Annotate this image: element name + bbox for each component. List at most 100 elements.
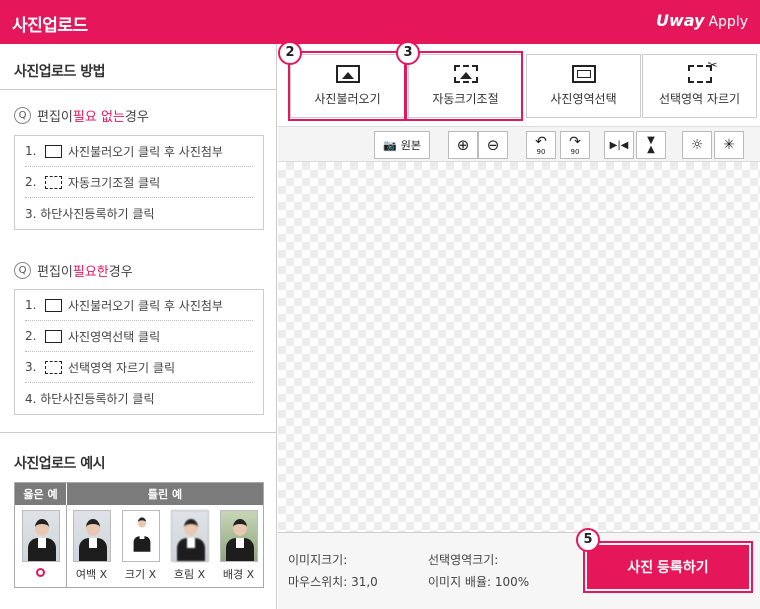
step-badge-2: 2: [278, 41, 302, 65]
list-item: 2. 사진영역선택 클릭: [25, 321, 253, 352]
case-text-post: 경우: [108, 265, 133, 280]
app-header: 사진업로드 Uway Apply: [0, 0, 760, 44]
steps-no-edit: 1. 사진불러오기 클릭 후 사진첨부 2. 자동크기조절 클릭 3. 하단사진…: [14, 135, 264, 230]
edit-toolbar: 📷 원본 ⊕ ⊖ ↶ 90 ↷ 90 ▶|◀ ▼ ▲ ☼ ✳: [278, 126, 760, 162]
image-size-label: 이미지크기:: [288, 553, 348, 567]
examples-title: 사진업로드 예시: [14, 456, 106, 472]
status-footer: 이미지크기: 선택영역크기: 마우스위치: 31,0 이미지 배율: 100% …: [278, 528, 760, 609]
examples-body: O 여백 X 크기 X 흐림 X 배경 X: [15, 505, 263, 587]
step-text: 4. 하단사진등록하기 클릭: [25, 392, 155, 406]
photo-good: [21, 510, 60, 562]
zoom-in-button[interactable]: ⊕: [448, 131, 478, 159]
case-highlight: 필요한: [72, 265, 109, 280]
editor-panel: 사진불러오기 자동크기조절 사진영역선택 ✂ 선택영역 자르기 2 3 📷 원본…: [278, 41, 760, 609]
sun-icon: ☼: [690, 137, 704, 153]
bad-caption: 흐림 X: [173, 568, 206, 581]
highlight-auto-resize: [404, 51, 523, 121]
step-num: 2.: [25, 329, 37, 343]
flip-horizontal-button[interactable]: ▶|◀: [604, 131, 634, 159]
divider: [0, 432, 277, 433]
bad-examples: 여백 X 크기 X 흐림 X 배경 X: [67, 505, 263, 587]
steps-edit: 1. 사진불러오기 클릭 후 사진첨부 2. 사진영역선택 클릭 3. 선택영역…: [14, 289, 264, 415]
step-text: 사진불러오기 클릭 후 사진첨부: [68, 298, 223, 313]
crop-icon: [45, 360, 62, 374]
q-icon: Q: [14, 107, 31, 124]
frame-icon: [45, 329, 62, 343]
case-text-pre: 편집이: [37, 110, 73, 125]
logo-text: Uway: [655, 11, 705, 30]
good-header: 옳은 예: [15, 483, 67, 505]
flip-vertical-icon: ▼ ▲: [647, 135, 655, 155]
step-text: 사진영역선택 클릭: [68, 329, 161, 344]
frame-icon: [571, 65, 596, 83]
scissors-icon: ✂: [707, 58, 718, 72]
crop-button[interactable]: ✂ 선택영역 자르기: [642, 54, 757, 118]
step-num: 1.: [25, 144, 37, 158]
list-item: 1. 사진불러오기 클릭 후 사진첨부: [25, 290, 253, 321]
rotate-left-sub: 90: [536, 148, 546, 156]
list-item: 2. 자동크기조절 클릭: [25, 167, 253, 198]
guide-title: 사진업로드 방법: [14, 64, 106, 80]
flip-vertical-button[interactable]: ▼ ▲: [636, 131, 666, 159]
brightness-up-button[interactable]: ☼: [682, 131, 712, 159]
case-text-post: 경우: [124, 110, 149, 125]
image-canvas[interactable]: [278, 162, 760, 532]
original-label: 원본: [400, 139, 421, 152]
list-item: 3. 선택영역 자르기 클릭: [25, 352, 253, 383]
brightness-down-button[interactable]: ✳: [714, 131, 744, 159]
zoom-out-icon: ⊖: [486, 136, 500, 154]
zoom-level: 이미지 배율: 100%: [428, 573, 529, 590]
good-example: O: [15, 505, 67, 587]
logo-suffix: Apply: [708, 14, 748, 30]
list-item: 4. 하단사진등록하기 클릭: [25, 383, 253, 414]
case-edit: Q 편집이 필요한 경우: [14, 261, 133, 280]
sun-outline-icon: ✳: [723, 137, 735, 153]
bad-example: 여백 X: [72, 505, 111, 587]
image-icon: [45, 298, 62, 312]
step-text: 선택영역 자르기 클릭: [68, 360, 175, 375]
step-text: 3. 하단사진등록하기 클릭: [25, 207, 155, 221]
original-button[interactable]: 📷 원본: [374, 131, 430, 159]
step-num: 2.: [25, 175, 37, 189]
step-badge-3: 3: [396, 41, 420, 65]
step-badge-5: 5: [576, 528, 600, 552]
list-item: 1. 사진불러오기 클릭 후 사진첨부: [25, 136, 253, 167]
bad-example: 흐림 X: [170, 505, 209, 587]
page-title: 사진업로드: [12, 16, 88, 36]
bad-caption: 여백 X: [75, 568, 108, 581]
zoom-out-button[interactable]: ⊖: [478, 131, 508, 159]
uway-logo: Uway Apply: [656, 11, 748, 30]
select-area-button[interactable]: 사진영역선택: [526, 54, 641, 118]
guide-panel: 사진업로드 방법 Q 편집이 필요 없는 경우 1. 사진불러오기 클릭 후 사…: [0, 44, 277, 609]
case-text-pre: 편집이: [37, 265, 73, 280]
case-highlight: 필요 없는: [72, 110, 125, 125]
bad-caption: 크기 X: [124, 568, 157, 581]
zoom-label: 이미지 배율:: [428, 575, 492, 589]
zoom-in-icon: ⊕: [456, 136, 470, 154]
flip-horizontal-icon: ▶|◀: [609, 139, 629, 151]
mouse-pos-label: 마우스위치:: [288, 575, 348, 589]
mouse-position: 마우스위치: 31,0: [288, 573, 378, 590]
examples-header: 옳은 예 틀린 예: [15, 483, 263, 505]
correct-mark-icon: [36, 568, 45, 577]
photo-blur: [170, 510, 209, 562]
select-area-label: 사진영역선택: [550, 92, 617, 106]
case-no-edit: Q 편집이 필요 없는 경우: [14, 106, 149, 125]
rotate-left-button[interactable]: ↶ 90: [526, 131, 556, 159]
mouse-pos-value: 31,0: [351, 575, 378, 589]
examples-table: 옳은 예 틀린 예 O 여백 X 크기 X 흐림 X: [14, 482, 264, 588]
rotate-right-sub: 90: [570, 148, 580, 156]
q-icon: Q: [14, 262, 31, 279]
auto-resize-icon: [45, 175, 62, 189]
bad-example: 배경 X: [219, 505, 258, 587]
step-text: 자동크기조절 클릭: [68, 175, 161, 190]
camera-icon: 📷: [383, 138, 397, 152]
highlight-register: [583, 541, 753, 593]
crop-icon: ✂: [687, 58, 718, 83]
step-num: 1.: [25, 298, 37, 312]
step-text: 사진불러오기 클릭 후 사진첨부: [68, 144, 223, 159]
crop-label: 선택영역 자르기: [658, 92, 741, 106]
photo-background: [219, 510, 258, 562]
photo-margin: [72, 510, 111, 562]
rotate-right-button[interactable]: ↷ 90: [560, 131, 590, 159]
